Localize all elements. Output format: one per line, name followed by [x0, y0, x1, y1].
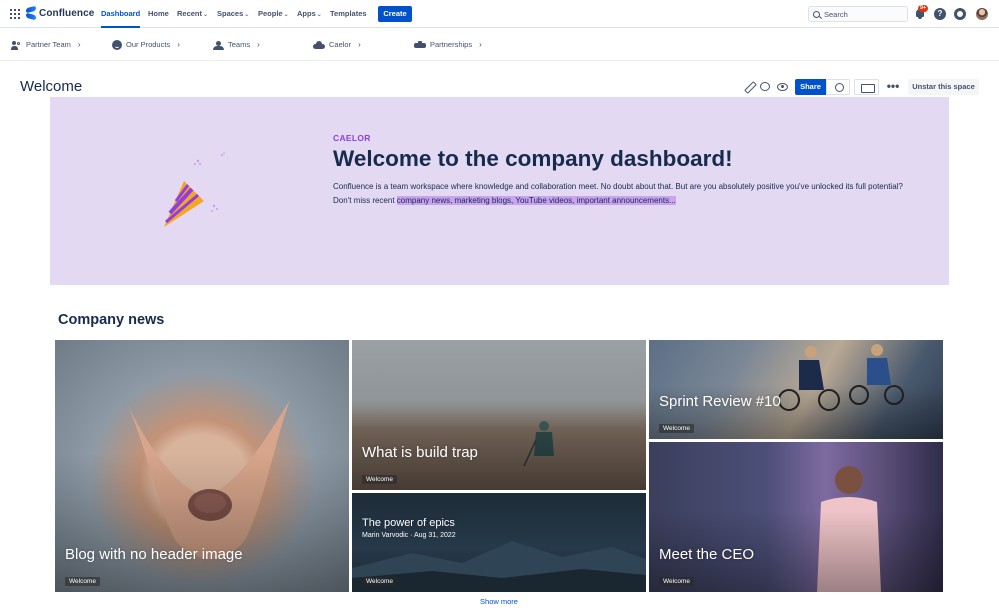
card-title: Sprint Review #10 [659, 393, 781, 410]
chevron-right-icon: › [177, 40, 180, 49]
notification-badge: 9+ [918, 5, 929, 12]
confluence-logo-icon [26, 7, 36, 19]
space-tag: Welcome [659, 424, 694, 433]
highlighted-text: company news, marketing blogs, YouTube v… [396, 195, 676, 205]
create-button[interactable]: Create [378, 6, 412, 22]
app-switcher-icon[interactable] [10, 9, 20, 19]
nav-home[interactable]: Home [148, 0, 169, 28]
card-title: Blog with no header image [65, 546, 243, 563]
shortcut-caelor[interactable]: Caelor › [313, 29, 361, 61]
chevron-right-icon: › [479, 40, 482, 49]
help-icon[interactable]: ? [934, 8, 946, 20]
top-navigation: Confluence Dashboard Home Recent⌄ Spaces… [0, 0, 999, 28]
nav-templates[interactable]: Templates [330, 0, 367, 28]
cloud-icon [313, 41, 325, 49]
share-link-icon[interactable] [826, 79, 850, 95]
shortcut-partnerships[interactable]: Partnerships › [414, 29, 482, 61]
card-title: Meet the CEO [659, 546, 755, 563]
chevron-down-icon: ⌄ [203, 12, 209, 18]
chevron-down-icon: ⌄ [316, 12, 322, 18]
news-card-sprint-review-10[interactable]: Sprint Review #10 Welcome [649, 340, 943, 439]
watch-eye-icon[interactable] [777, 83, 788, 91]
search-box[interactable] [808, 6, 908, 22]
edit-pencil-icon[interactable] [744, 82, 754, 92]
party-popper-icon [164, 152, 225, 227]
banner-description: Confluence is a team workspace where kno… [333, 182, 903, 205]
unstar-space-button[interactable]: Unstar this space [908, 79, 979, 95]
chevron-right-icon: › [257, 40, 260, 49]
comment-icon[interactable] [760, 82, 770, 91]
card-title: What is build trap [362, 444, 478, 461]
shortcut-teams[interactable]: Teams › [213, 29, 260, 61]
news-card-what-is-build-trap[interactable]: What is build trap Welcome [352, 340, 646, 490]
news-card-blog-with-no-header-image[interactable]: Blog with no header image Welcome [55, 340, 349, 592]
shortcut-our-products[interactable]: Our Products › [112, 29, 180, 61]
space-tag: Welcome [65, 577, 100, 586]
app-name: Confluence [39, 7, 95, 19]
nav-apps[interactable]: Apps⌄ [297, 0, 322, 28]
invite-envelope-icon[interactable] [854, 79, 879, 95]
news-card-meet-the-ceo[interactable]: Meet the CEO Welcome [649, 442, 943, 592]
chevron-right-icon: › [77, 40, 81, 49]
teams-icon [213, 40, 224, 50]
space-name-label: CAELOR [333, 133, 371, 143]
banner-heading: Welcome to the company dashboard! [333, 146, 733, 171]
nav-spaces[interactable]: Spaces⌄ [217, 0, 249, 28]
company-news-heading: Company news [58, 312, 165, 328]
more-actions-icon[interactable]: ••• [886, 79, 900, 95]
shortcut-partner-team[interactable]: Partner Team › [11, 29, 81, 61]
chevron-down-icon: ⌄ [244, 12, 250, 18]
smile-icon [112, 40, 122, 50]
chevron-down-icon: ⌄ [283, 12, 289, 18]
card-author-date: Marin Varvodic · Aug 31, 2022 [362, 532, 456, 539]
show-more-link[interactable]: Show more [474, 597, 524, 606]
user-avatar[interactable] [976, 8, 988, 20]
chevron-right-icon: › [358, 40, 361, 49]
page-title: Welcome [20, 78, 83, 95]
people-icon [11, 40, 22, 50]
space-tag: Welcome [659, 577, 694, 586]
space-tag: Welcome [362, 475, 397, 484]
confluence-logo[interactable]: Confluence [26, 7, 94, 19]
nav-people[interactable]: People⌄ [258, 0, 289, 28]
card-title: The power of epics [362, 517, 455, 529]
settings-gear-icon[interactable] [954, 8, 966, 20]
share-button[interactable]: Share [795, 79, 826, 95]
space-tag: Welcome [362, 577, 397, 586]
search-input[interactable] [824, 9, 904, 19]
news-card-the-power-of-epics[interactable]: The power of epics Marin Varvodic · Aug … [352, 493, 646, 592]
space-shortcuts-bar: Partner Team › Our Products › Teams › Ca… [0, 29, 999, 61]
welcome-banner: CAELOR Welcome to the company dashboard!… [50, 97, 949, 285]
search-icon [813, 10, 820, 18]
nav-dashboard[interactable]: Dashboard [101, 0, 141, 28]
handshake-icon [414, 41, 426, 49]
nav-recent[interactable]: Recent⌄ [177, 0, 208, 28]
